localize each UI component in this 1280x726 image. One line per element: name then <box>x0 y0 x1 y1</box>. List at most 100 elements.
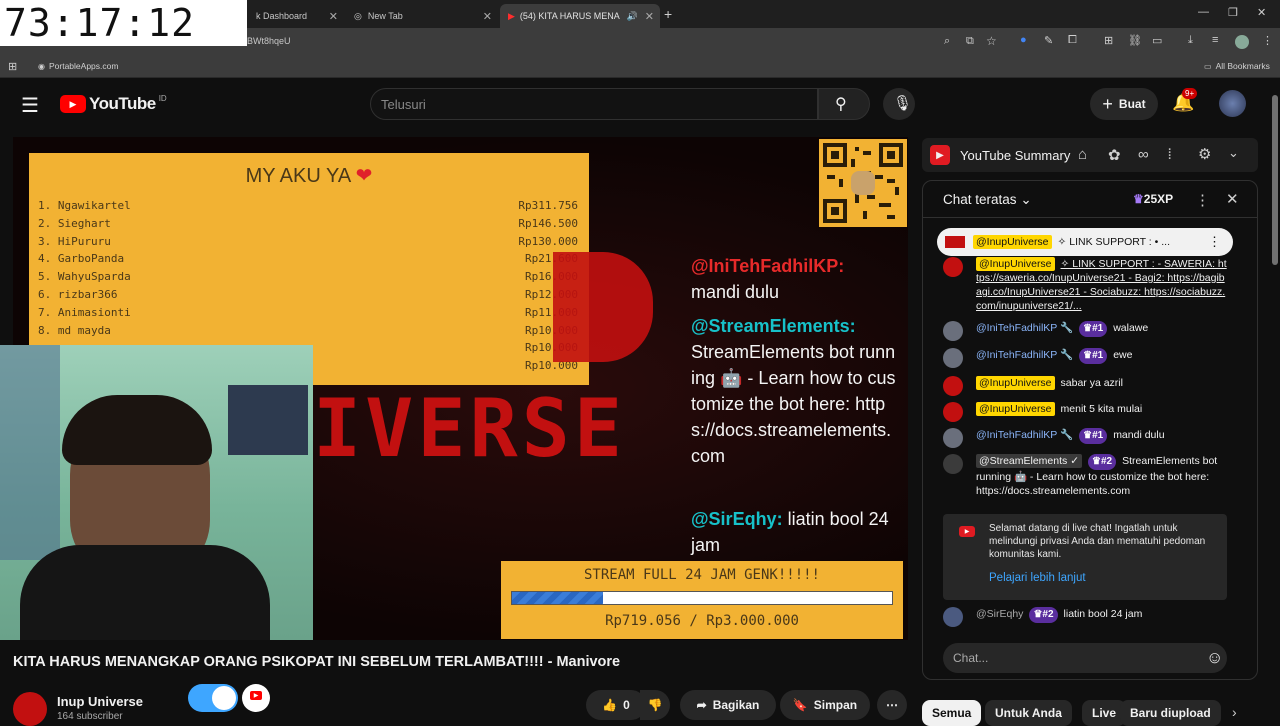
chat-author[interactable]: @InupUniverse <box>976 376 1055 390</box>
youtube-header: ☰ ▶ YouTube ID Telusuri ⚲ 🎙 + Buat 🔔 9+ <box>0 80 1270 130</box>
minimize-icon[interactable]: — <box>1198 6 1209 18</box>
chat-scrollbar[interactable] <box>1245 221 1251 641</box>
window-close-icon[interactable]: ✕ <box>1257 6 1266 19</box>
youtube-logo[interactable]: ▶ YouTube ID <box>60 94 167 114</box>
extension-icon[interactable]: ● <box>1020 34 1027 46</box>
overlay-chat-name: @SirEqhy: <box>691 509 783 529</box>
youtube-summary-bar[interactable]: ▶ YouTube Summary ⌂ ✿ ∞ ⦙ ⚙ ⌄ <box>922 138 1258 172</box>
chat-close-icon[interactable]: ✕ <box>1226 190 1239 208</box>
emoji-icon[interactable]: ☺ <box>1206 648 1223 668</box>
sidepanel-icon[interactable]: ▭ <box>1152 34 1162 47</box>
link-icon[interactable]: ⛓ <box>1128 34 1142 47</box>
download-icon[interactable]: ⤓ <box>1188 34 1193 47</box>
chat-message[interactable]: @InupUniverse sabar ya azril <box>943 376 1228 396</box>
close-tab-icon[interactable]: ✕ <box>329 10 338 23</box>
chat-input[interactable]: Chat... <box>943 643 1227 673</box>
all-bookmarks[interactable]: ▭ All Bookmarks <box>1204 61 1270 71</box>
member-badge: ♛#1 <box>1079 321 1108 337</box>
chat-menu-icon[interactable]: ⋮ <box>1195 191 1210 209</box>
search-button[interactable]: ⚲ <box>818 88 870 120</box>
chat-author[interactable]: @StreamElements ✓ <box>976 454 1082 468</box>
channel-name[interactable]: Inup Universe <box>57 694 143 709</box>
chat-mode-select[interactable]: Chat teratas ⌄ <box>943 192 1032 208</box>
bookmark-portableapps[interactable]: ◉ PortableApps.com <box>38 61 118 71</box>
apps-icon[interactable]: ⊞ <box>8 60 17 73</box>
tab-new-tab[interactable]: ◎ New Tab ✕ <box>346 4 498 28</box>
overlay-chat-3: @SirEqhy: liatin bool 24 jam <box>691 506 891 558</box>
voice-search-button[interactable]: 🎙 <box>883 88 915 120</box>
more-actions-button[interactable]: ⋯ <box>877 690 907 720</box>
dislike-button[interactable]: 👎 <box>640 690 670 720</box>
chat-message[interactable]: @InupUniverse menit 5 kita mulai <box>943 402 1228 422</box>
channel-avatar[interactable] <box>13 692 47 726</box>
chat-author[interactable]: @IniTehFadhilKP 🔧 <box>976 429 1073 441</box>
chat-message[interactable]: @IniTehFadhilKP 🔧 ♛#1 walawe <box>943 321 1228 341</box>
chat-message[interactable]: @IniTehFadhilKP 🔧 ♛#1 ewe <box>943 348 1228 368</box>
badge-text: #1 <box>1092 323 1104 334</box>
toggle-switch[interactable] <box>188 684 238 712</box>
puzzle-icon[interactable]: ⧠ <box>1068 34 1077 47</box>
chat-text: walawe <box>1113 322 1149 334</box>
tab-dashboard[interactable]: k Dashboard ✕ <box>248 4 344 28</box>
pinned-menu-icon[interactable]: ⋮ <box>1208 234 1221 250</box>
menu-kebab-icon[interactable]: ⋮ <box>1262 34 1273 47</box>
share-button[interactable]: ➦ Bagikan <box>680 690 776 720</box>
xp-badge[interactable]: ♛25XP <box>1133 192 1173 206</box>
create-button[interactable]: + Buat <box>1090 88 1158 120</box>
overlay-chat-name: @IniTehFadhilKP: <box>691 256 845 276</box>
media-icon[interactable]: ≡ <box>1212 34 1218 46</box>
tab-youtube-active[interactable]: ▶ (54) KITA HARUS MENANG 🔊 ✕ <box>500 4 660 28</box>
chevron-down-icon[interactable]: ⌄ <box>1228 145 1239 161</box>
xp-value: 25XP <box>1143 192 1174 206</box>
chat-message[interactable]: @StreamElements ✓ ♛#2 StreamElements bot r… <box>943 454 1228 498</box>
save-button[interactable]: 🔖 Simpan <box>780 690 870 720</box>
close-tab-icon[interactable]: ✕ <box>483 10 492 23</box>
grid-icon[interactable]: ⊞ <box>1104 34 1113 47</box>
robot-icon[interactable]: ⌂ <box>1078 146 1087 163</box>
tab-label: New Tab <box>367 11 403 21</box>
overlay-chat-text: StreamElements bot running 🤖 - Learn how… <box>691 342 896 466</box>
chip-all[interactable]: Semua <box>922 700 982 726</box>
profile-avatar[interactable] <box>1235 35 1249 49</box>
url-field[interactable]: BWt8hqeU <box>247 36 291 46</box>
youtube-ext-button[interactable]: ▶ <box>242 684 270 712</box>
goal-title: STREAM FULL 24 JAM GENK!!!!! <box>583 567 820 583</box>
chat-message[interactable]: @InupUniverse ✧ LINK SUPPORT : - SAWERIA:… <box>943 257 1228 313</box>
chat-message[interactable]: @SirEqhy ♛#2 liatin bool 24 jam <box>943 607 1228 627</box>
audio-wave-icon[interactable]: ⦙ <box>1168 146 1171 163</box>
chip-for-you[interactable]: Untuk Anda <box>985 700 1072 726</box>
glasses-icon[interactable]: ∞ <box>1138 146 1149 163</box>
thumbs-up-icon: 👍 <box>602 698 618 712</box>
bookmark-star-icon[interactable]: ☆ <box>986 34 997 48</box>
chat-author[interactable]: @IniTehFadhilKP 🔧 <box>976 349 1073 361</box>
settings-gear-icon[interactable]: ⚙ <box>1198 145 1211 163</box>
learn-more-link[interactable]: Pelajari lebih lanjut <box>989 572 1086 585</box>
account-avatar[interactable] <box>1219 90 1246 117</box>
like-button[interactable]: 👍 0 <box>586 690 646 720</box>
chips-next-icon[interactable]: › <box>1232 704 1237 720</box>
pen-icon[interactable]: ✎ <box>1044 34 1053 47</box>
leaderboard-name: 6. rizbar366 <box>38 288 118 301</box>
chip-recent-uploads[interactable]: Baru diupload <box>1120 700 1221 726</box>
openai-icon[interactable]: ✿ <box>1108 146 1121 164</box>
chat-author[interactable]: @InupUniverse <box>976 402 1055 416</box>
install-icon[interactable]: ⧉ <box>966 35 974 48</box>
chat-author[interactable]: @InupUniverse <box>976 257 1055 271</box>
search-input[interactable]: Telusuri <box>370 88 818 120</box>
chat-message[interactable]: @IniTehFadhilKP 🔧 ♛#1 mandi dulu <box>943 428 1228 448</box>
close-tab-icon[interactable]: ✕ <box>645 10 654 23</box>
new-tab-icon[interactable]: + <box>664 6 672 22</box>
zoom-icon[interactable]: ⌕ <box>944 35 950 48</box>
hamburger-menu-icon[interactable]: ☰ <box>21 93 39 118</box>
chat-author[interactable]: @SirEqhy <box>976 608 1023 620</box>
audio-icon[interactable]: 🔊 <box>627 11 638 22</box>
notifications-button[interactable]: 🔔 9+ <box>1172 88 1198 113</box>
pinned-message[interactable]: @InupUniverse ✧ LINK SUPPORT : • ... ⋮ <box>937 228 1233 256</box>
restore-icon[interactable]: ❐ <box>1228 6 1238 19</box>
chat-avatar <box>943 348 963 368</box>
chat-author[interactable]: @IniTehFadhilKP 🔧 <box>976 322 1073 334</box>
page-scrollbar-thumb[interactable] <box>1272 95 1278 265</box>
qr-code <box>819 139 907 227</box>
chat-avatar <box>943 257 963 277</box>
crown-icon: ♛ <box>1092 456 1101 467</box>
